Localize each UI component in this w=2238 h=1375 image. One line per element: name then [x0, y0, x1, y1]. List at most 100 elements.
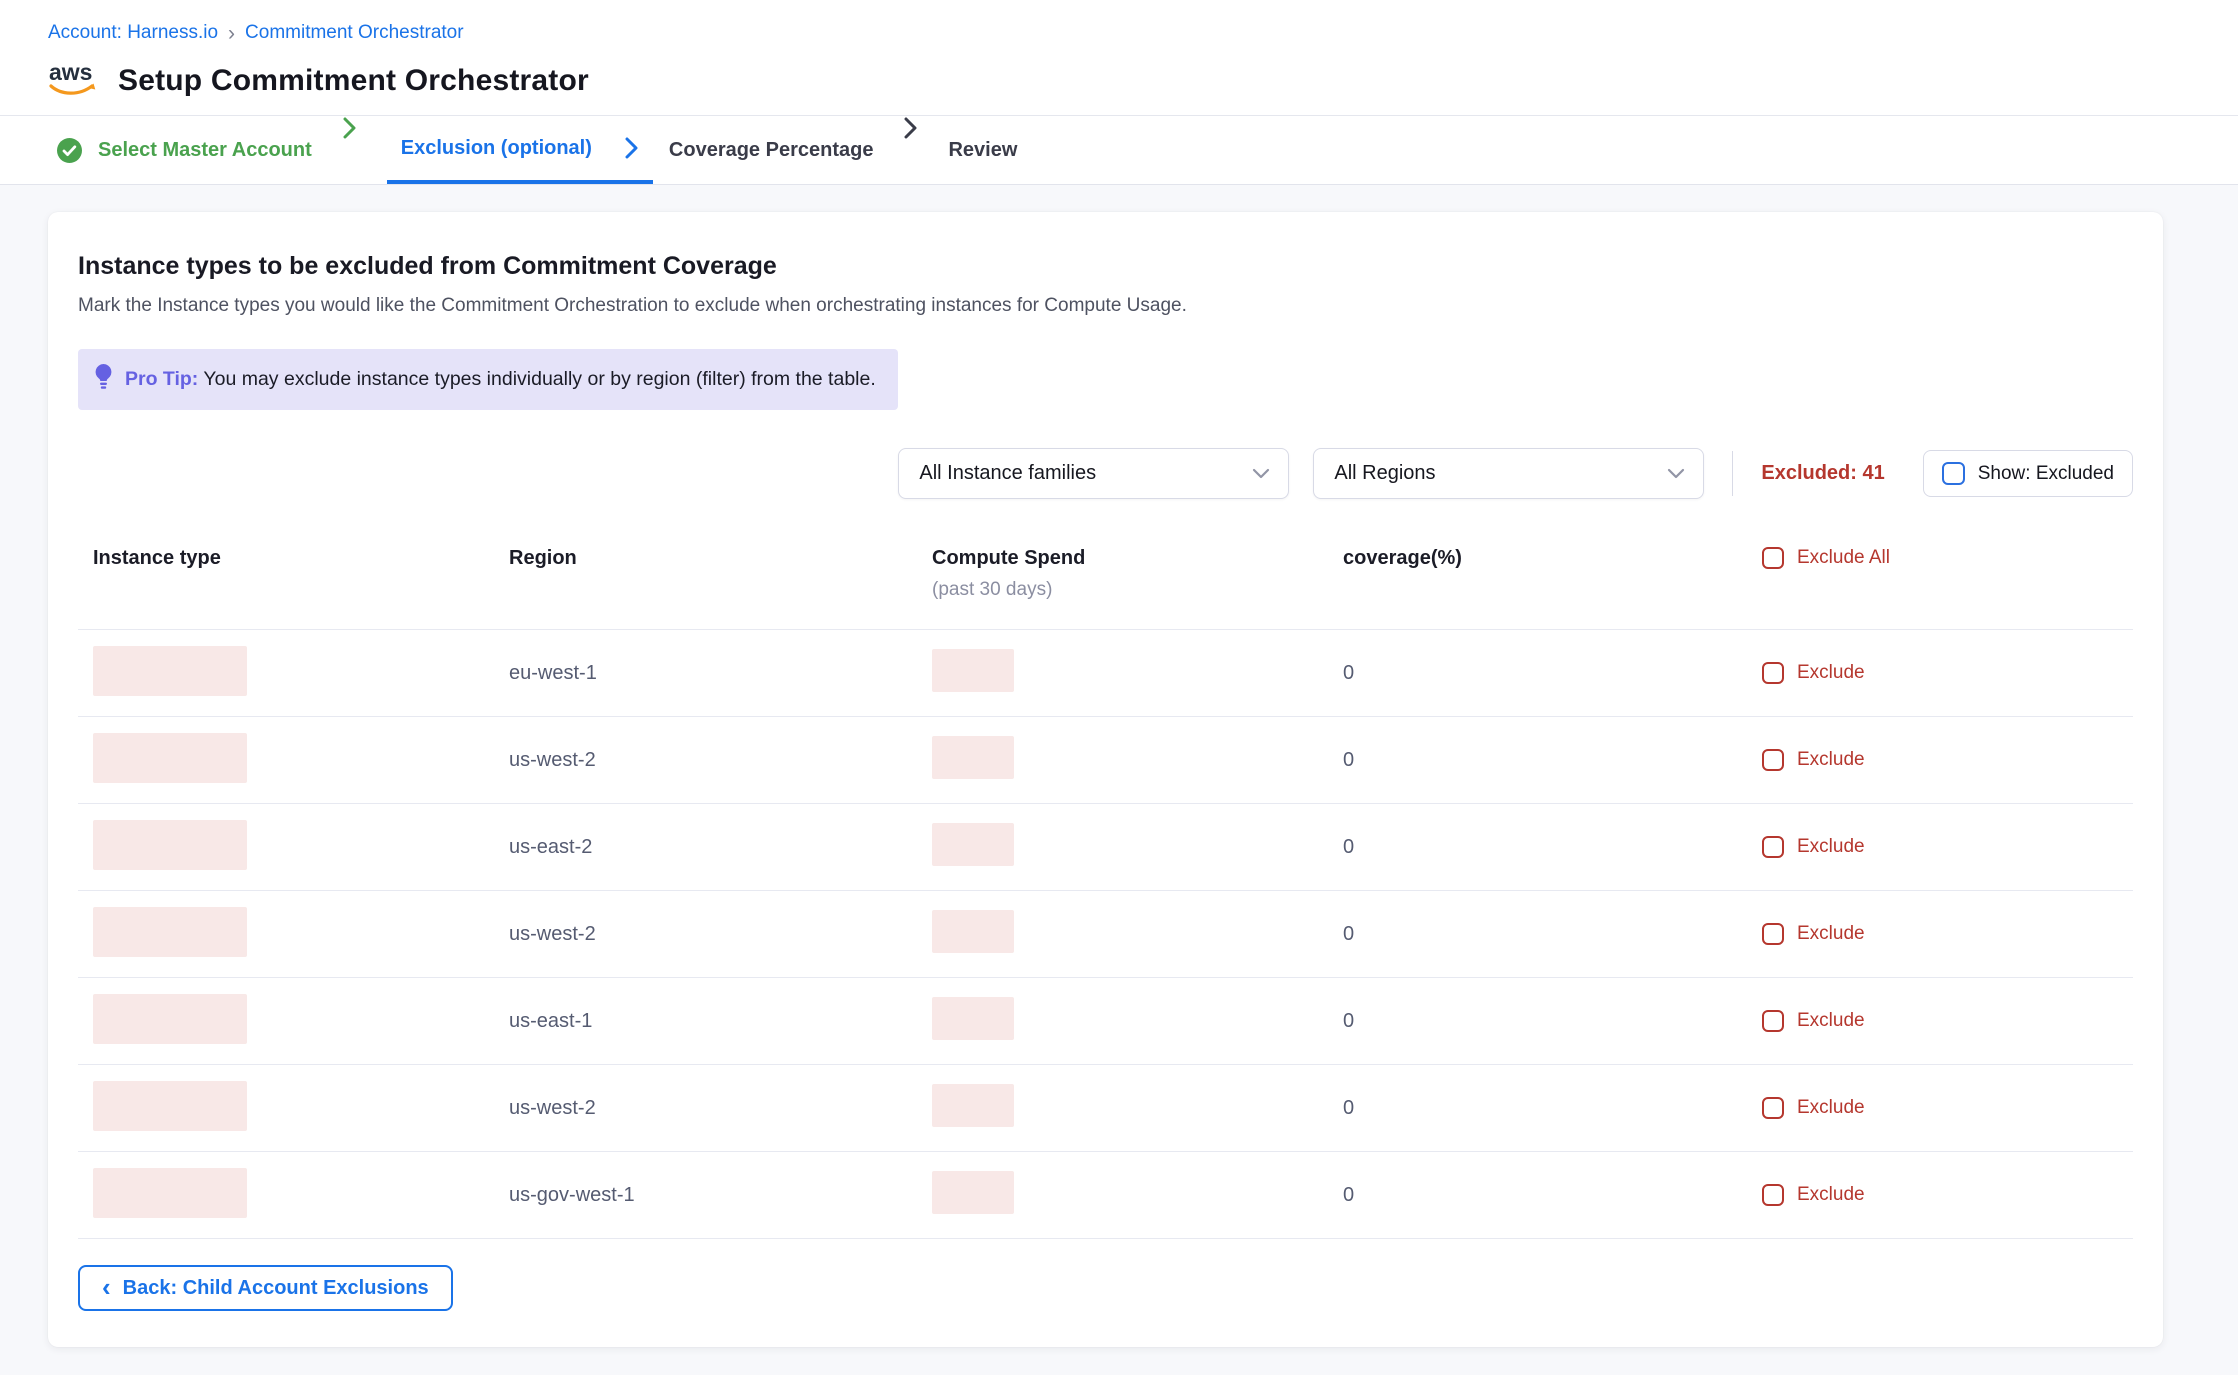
exclude-all-label: Exclude All — [1797, 547, 1890, 569]
col-instance-type: Instance type — [93, 547, 509, 570]
instance-type-placeholder — [93, 1081, 247, 1131]
region-cell: us-gov-west-1 — [509, 1184, 932, 1207]
region-cell: us-west-2 — [509, 923, 932, 946]
compute-spend-placeholder — [932, 649, 1014, 692]
step-coverage-percentage[interactable]: Coverage Percentage — [669, 116, 874, 184]
col-compute-spend-sub: (past 30 days) — [932, 579, 1343, 601]
regions-dropdown[interactable]: All Regions — [1313, 448, 1704, 499]
region-cell: us-west-2 — [509, 1097, 932, 1120]
instance-families-value: All Instance families — [919, 462, 1096, 485]
content-area: Instance types to be excluded from Commi… — [0, 185, 2238, 1375]
compute-spend-placeholder — [932, 736, 1014, 779]
col-compute-spend: Compute Spend — [932, 547, 1343, 570]
instance-type-placeholder — [93, 820, 247, 870]
lightbulb-icon — [94, 363, 113, 396]
compute-spend-placeholder — [932, 910, 1014, 953]
exclude-checkbox[interactable] — [1762, 1097, 1784, 1119]
col-coverage: coverage(%) — [1343, 547, 1762, 570]
exclude-control[interactable]: Exclude — [1762, 662, 2133, 684]
table-row: us-west-2 0 Exclude — [78, 891, 2133, 978]
exclude-control[interactable]: Exclude — [1762, 1184, 2133, 1206]
breadcrumb-account-link[interactable]: Account: Harness.io — [48, 22, 218, 44]
exclude-label: Exclude — [1797, 1010, 1865, 1032]
coverage-cell: 0 — [1343, 749, 1762, 772]
back-child-account-exclusions-button[interactable]: ‹ Back: Child Account Exclusions — [78, 1265, 453, 1311]
exclude-checkbox[interactable] — [1762, 1184, 1784, 1206]
region-cell: eu-west-1 — [509, 662, 932, 685]
compute-spend-placeholder — [932, 1171, 1014, 1214]
instance-type-placeholder — [93, 733, 247, 783]
regions-value: All Regions — [1334, 462, 1435, 485]
coverage-cell: 0 — [1343, 923, 1762, 946]
step-exclusion[interactable]: Exclusion (optional) — [401, 137, 592, 160]
compute-spend-placeholder — [932, 997, 1014, 1040]
show-excluded-checkbox[interactable] — [1942, 462, 1965, 485]
exclude-checkbox[interactable] — [1762, 749, 1784, 771]
exclusion-panel: Instance types to be excluded from Commi… — [48, 212, 2163, 1347]
table-row: us-east-1 0 Exclude — [78, 978, 2133, 1065]
exclude-control[interactable]: Exclude — [1762, 749, 2133, 771]
exclusion-table: Instance type Region Compute Spend (past… — [78, 547, 2133, 1239]
instance-type-placeholder — [93, 646, 247, 696]
exclude-label: Exclude — [1797, 1097, 1865, 1119]
exclude-control[interactable]: Exclude — [1762, 1010, 2133, 1032]
panel-subtitle: Mark the Instance types you would like t… — [78, 295, 2133, 317]
instance-type-placeholder — [93, 1168, 247, 1218]
coverage-cell: 0 — [1343, 1097, 1762, 1120]
exclude-checkbox[interactable] — [1762, 1010, 1784, 1032]
table-row: us-west-2 0 Exclude — [78, 717, 2133, 804]
breadcrumb-separator-icon: › — [228, 23, 235, 44]
exclude-control[interactable]: Exclude — [1762, 923, 2133, 945]
table-row: us-gov-west-1 0 Exclude — [78, 1152, 2133, 1239]
col-region: Region — [509, 547, 932, 570]
compute-spend-placeholder — [932, 823, 1014, 866]
table-header-row: Instance type Region Compute Spend (past… — [78, 547, 2133, 630]
show-excluded-toggle[interactable]: Show: Excluded — [1923, 450, 2133, 497]
coverage-cell: 0 — [1343, 662, 1762, 685]
compute-spend-placeholder — [932, 1084, 1014, 1127]
exclude-checkbox[interactable] — [1762, 923, 1784, 945]
chevron-left-icon: ‹ — [102, 1274, 111, 1300]
step-review[interactable]: Review — [948, 116, 1017, 184]
exclude-label: Exclude — [1797, 923, 1865, 945]
exclude-control[interactable]: Exclude — [1762, 836, 2133, 858]
instance-type-placeholder — [93, 907, 247, 957]
coverage-cell: 0 — [1343, 1184, 1762, 1207]
pro-tip-banner: Pro Tip: You may exclude instance types … — [78, 349, 898, 410]
exclude-checkbox[interactable] — [1762, 836, 1784, 858]
panel-title: Instance types to be excluded from Commi… — [78, 252, 2133, 281]
coverage-cell: 0 — [1343, 836, 1762, 859]
step-label: Coverage Percentage — [669, 139, 874, 162]
pro-tip-text: You may exclude instance types individua… — [203, 368, 875, 390]
instance-families-dropdown[interactable]: All Instance families — [898, 448, 1289, 499]
exclude-control[interactable]: Exclude — [1762, 1097, 2133, 1119]
exclude-all-checkbox[interactable] — [1762, 547, 1784, 569]
show-excluded-label: Show: Excluded — [1978, 463, 2114, 485]
table-row: eu-west-1 0 Exclude — [78, 630, 2133, 717]
breadcrumb: Account: Harness.io › Commitment Orchest… — [48, 22, 2238, 44]
chevron-down-icon — [1667, 462, 1685, 485]
filter-divider — [1732, 451, 1733, 496]
exclude-checkbox[interactable] — [1762, 662, 1784, 684]
chevron-right-icon — [903, 116, 918, 184]
excluded-count: Excluded: 41 — [1761, 462, 1884, 485]
page-title: Setup Commitment Orchestrator — [118, 64, 589, 98]
exclude-label: Exclude — [1797, 662, 1865, 684]
breadcrumb-commitment-orchestrator-link[interactable]: Commitment Orchestrator — [245, 22, 464, 44]
exclude-all-control[interactable]: Exclude All — [1762, 547, 2133, 569]
exclude-label: Exclude — [1797, 749, 1865, 771]
aws-logo: aws — [48, 58, 98, 103]
back-button-label: Back: Child Account Exclusions — [123, 1277, 429, 1300]
region-cell: us-west-2 — [509, 749, 932, 772]
chevron-down-icon — [1252, 462, 1270, 485]
instance-type-placeholder — [93, 994, 247, 1044]
step-label: Review — [948, 139, 1017, 162]
svg-text:aws: aws — [49, 59, 92, 85]
filter-row: All Instance families All Regions Exclud… — [78, 448, 2133, 499]
region-cell: us-east-1 — [509, 1010, 932, 1033]
exclude-label: Exclude — [1797, 836, 1865, 858]
wizard-stepper: Select Master Account Exclusion (optiona… — [0, 115, 2238, 185]
chevron-right-icon — [624, 136, 639, 160]
step-select-master-account[interactable]: Select Master Account — [56, 116, 312, 184]
step-label: Select Master Account — [98, 139, 312, 162]
